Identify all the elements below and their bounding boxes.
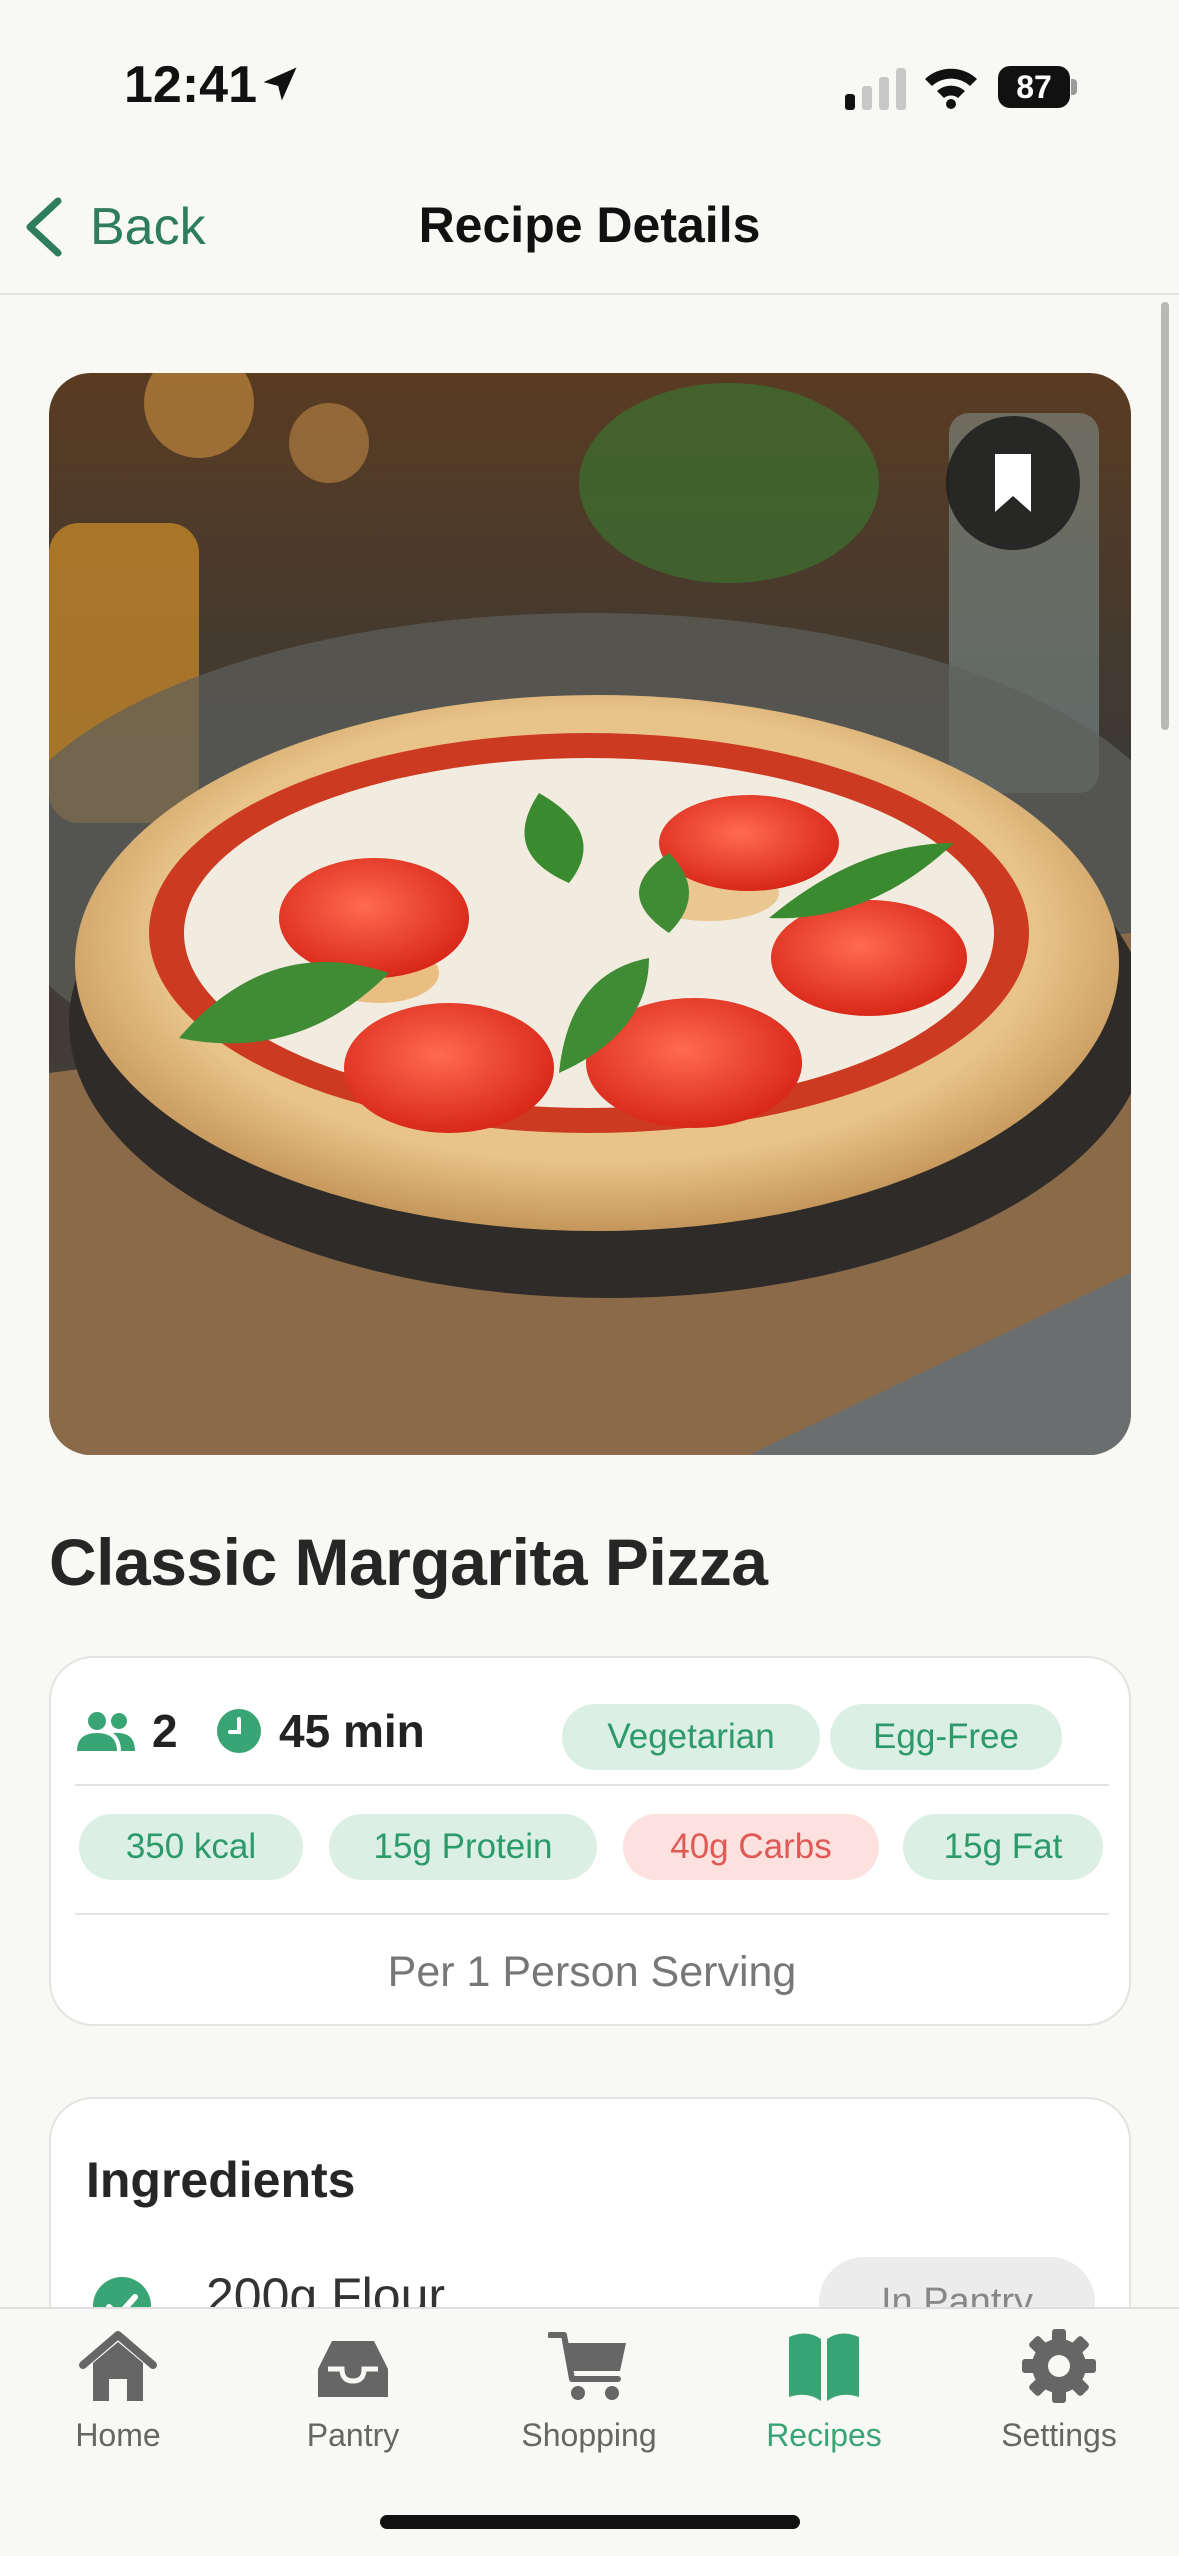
bookmark-icon <box>995 454 1031 512</box>
diet-tag: Egg-Free <box>830 1704 1062 1770</box>
page-title: Recipe Details <box>418 197 761 253</box>
scroll-indicator[interactable] <box>1161 302 1169 730</box>
tab-pantry[interactable]: Pantry <box>243 2327 463 2477</box>
tray-icon <box>318 2341 388 2397</box>
nutrition-tag: 15g Fat <box>903 1814 1103 1880</box>
battery-level: 87 <box>998 66 1070 108</box>
gear-icon <box>1022 2329 1096 2403</box>
nav-header: Back Recipe Details <box>0 150 1179 295</box>
status-time: 12:41 <box>124 56 257 114</box>
cook-time: 45 min <box>279 1705 425 1757</box>
home-indicator[interactable] <box>380 2515 800 2529</box>
people-icon <box>77 1712 135 1751</box>
status-bar: 12:41 87 <box>0 0 1179 150</box>
nutrition-tag: 40g Carbs <box>623 1814 879 1880</box>
tab-home[interactable]: Home <box>8 2327 228 2477</box>
wifi-icon <box>925 68 977 109</box>
recipe-photo <box>49 373 1131 1455</box>
clock-icon <box>217 1709 261 1753</box>
diet-tag: Vegetarian <box>562 1704 820 1770</box>
recipe-info-card: 2 45 min Vegetarian Egg-Free 350 kcal 15… <box>49 1656 1131 2026</box>
tab-recipes[interactable]: Recipes <box>714 2327 934 2477</box>
tab-label: Pantry <box>306 2417 400 2453</box>
location-arrow-icon <box>263 67 297 101</box>
nutrition-tag: 15g Protein <box>329 1814 597 1880</box>
nutrition-tag: 350 kcal <box>79 1814 303 1880</box>
tab-label: Recipes <box>766 2417 882 2453</box>
battery-indicator: 87 <box>998 66 1078 108</box>
tab-label: Shopping <box>521 2417 657 2453</box>
book-icon <box>789 2333 859 2401</box>
serving-note: Per 1 Person Serving <box>387 1948 797 1996</box>
tab-label: Settings <box>1001 2417 1117 2453</box>
tab-settings[interactable]: Settings <box>949 2327 1169 2477</box>
house-icon <box>79 2331 157 2401</box>
cart-icon <box>548 2332 626 2400</box>
cellular-signal-icon <box>845 68 906 110</box>
ingredients-heading: Ingredients <box>86 2152 356 2208</box>
recipe-title: Classic Margarita Pizza <box>49 1525 768 1599</box>
bookmark-button[interactable] <box>946 416 1080 550</box>
tab-label: Home <box>75 2417 161 2453</box>
tab-shopping[interactable]: Shopping <box>479 2327 699 2477</box>
servings-count: 2 <box>152 1705 178 1757</box>
